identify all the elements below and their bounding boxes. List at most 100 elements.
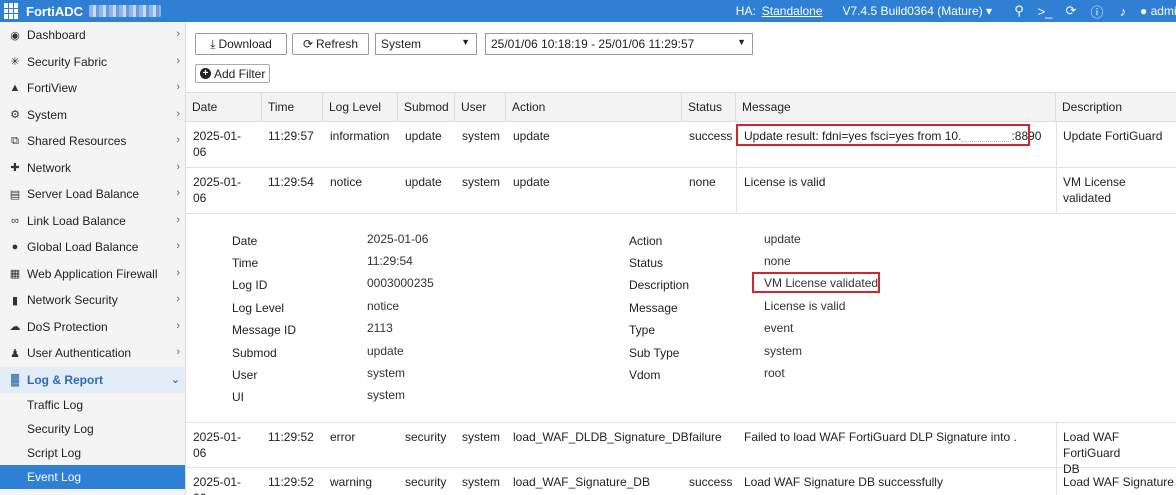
refresh-icon[interactable]: ⟳ — [1058, 3, 1084, 19]
sidebar-item-network[interactable]: ✚ Network › — [0, 155, 185, 182]
detail-label: User — [232, 368, 258, 382]
top-right-area: HA: Standalone V7.4.5 Build0364 (Mature)… — [736, 0, 1176, 22]
sidebar-item-network-security[interactable]: ▮ Network Security › — [0, 287, 185, 314]
sidebar-item-server-load-balance[interactable]: ▤ Server Load Balance › — [0, 181, 185, 208]
cell-description: Load WAF Signature D — [1063, 475, 1176, 489]
sidebar-item-user-authentication[interactable]: ♟ User Authentication › — [0, 340, 185, 367]
sidebar-subitem-label: Script Log — [27, 446, 82, 460]
ha-status-link[interactable]: Standalone — [762, 4, 823, 18]
column-header-time[interactable]: Time — [262, 93, 323, 121]
sidebar-item-log-report[interactable]: ▓ Log & Report ⌄ — [0, 366, 185, 393]
bell-icon[interactable]: ♪ — [1110, 4, 1136, 19]
version-menu[interactable]: V7.4.5 Build0364 (Mature) ▾ — [843, 4, 992, 18]
download-button[interactable]: ⤓ Download — [195, 33, 287, 55]
chevron-right-icon: › — [176, 240, 180, 252]
detail-value: system — [367, 388, 406, 402]
detail-label: Submod — [232, 346, 277, 360]
sidebar-item-shared-resources[interactable]: ⧉ Shared Resources › — [0, 128, 185, 155]
cell-submod: update — [405, 175, 442, 189]
table-row[interactable]: 2025-01- 06 11:29:52 warning security sys… — [186, 468, 1176, 495]
column-header-action[interactable]: Action — [506, 93, 682, 121]
user-menu[interactable]: ● admin — [1140, 4, 1176, 18]
log-category-value: System — [381, 37, 422, 51]
detail-value: event — [764, 321, 794, 335]
chevron-right-icon: › — [176, 28, 180, 40]
cell-submod: security — [405, 475, 447, 489]
column-header-log-level[interactable]: Log Level — [323, 93, 398, 121]
column-header-user[interactable]: User — [455, 93, 506, 121]
network-icon: ✚ — [10, 162, 20, 175]
detail-value: update — [764, 232, 801, 246]
cell-action: update — [513, 175, 550, 189]
table-header: Date Time Log Level Submod User Action S… — [186, 92, 1176, 122]
chart-icon: ▲ — [9, 82, 21, 95]
ha-label: HA: — [735, 4, 756, 18]
cell-action: update — [513, 129, 550, 143]
help-icon[interactable]: ⓘ — [1084, 2, 1110, 21]
chevron-right-icon: › — [176, 319, 180, 332]
sidebar-subitem-traffic-log[interactable]: Traffic Log — [0, 393, 185, 417]
cell-message: License is valid — [744, 175, 826, 189]
column-header-description[interactable]: Description — [1056, 93, 1176, 121]
cell-date-part: 06 — [193, 191, 207, 205]
sidebar-subitem-security-log[interactable]: Security Log — [0, 417, 185, 441]
sidebar-subitem-event-log[interactable]: Event Log — [0, 465, 185, 489]
cell-description-part: Load WAF FortiGuard — [1063, 430, 1121, 460]
sidebar-subitem-script-log[interactable]: Script Log — [0, 441, 185, 465]
globe-icon: ● — [11, 241, 19, 254]
brand-logo[interactable]: FortiADC — [4, 3, 162, 19]
cell-date-part: 06 — [193, 446, 207, 460]
table-row[interactable]: 2025-01- 06 11:29:52 error security syste… — [186, 422, 1176, 476]
table-row[interactable]: 2025-01- 06 11:29:54 notice update system… — [186, 168, 1176, 214]
terminal-icon[interactable]: >_ — [1032, 4, 1058, 19]
time-range-select[interactable]: 25/01/06 10:18:19 - 25/01/06 11:29:57 ▼ — [485, 33, 753, 55]
detail-label: Type — [629, 323, 656, 337]
caret-down-icon: ▼ — [461, 37, 470, 47]
user-name: admin — [1150, 4, 1176, 18]
sidebar-item-global-load-balance[interactable]: ● Global Load Balance › — [0, 234, 185, 261]
caret-down-icon: ▼ — [737, 37, 746, 47]
detail-value: system — [764, 344, 803, 358]
log-detail-panel: Date 2025-01-06 Time 11:29:54 Log ID 000… — [186, 214, 1176, 422]
column-divider — [736, 168, 737, 213]
column-header-status[interactable]: Status — [682, 93, 736, 121]
sidebar-item-system[interactable]: ⚙ System › — [0, 102, 185, 129]
detail-label: Status — [629, 256, 664, 270]
sidebar-item-label: Link Load Balance — [27, 213, 126, 228]
detail-value: update — [367, 344, 404, 358]
cell-log-level: error — [330, 430, 356, 444]
column-header-date[interactable]: Date — [186, 93, 262, 121]
sidebar-item-dashboard[interactable]: ◉ Dashboard › — [0, 22, 185, 49]
sidebar-item-link-load-balance[interactable]: ∞ Link Load Balance › — [0, 208, 185, 235]
sidebar-item-dos-protection[interactable]: ☁ DoS Protection › — [0, 314, 185, 341]
sidebar-item-fortiview[interactable]: ▲ FortiView › — [0, 75, 185, 102]
detail-value: 2113 — [367, 321, 393, 335]
sidebar-item-label: Log & Report — [27, 372, 103, 387]
firewall-icon: ▦ — [9, 268, 21, 281]
table-row[interactable]: 2025-01- 06 11:29:57 information update s… — [186, 122, 1176, 168]
detail-label: UI — [232, 390, 244, 404]
cell-description: Update FortiGuard — [1063, 129, 1163, 143]
sidebar-item-web-application-firewall[interactable]: ▦ Web Application Firewall › — [0, 261, 185, 288]
detail-value: system — [367, 366, 406, 380]
chevron-right-icon: › — [176, 107, 180, 120]
refresh-button[interactable]: ⟳ Refresh — [292, 33, 369, 55]
refresh-label: Refresh — [316, 37, 359, 51]
sidebar-item-label: Web Application Firewall — [27, 266, 158, 281]
cell-date: 2025-01- 06 — [193, 174, 241, 206]
detail-value: notice — [367, 299, 400, 313]
column-header-submod[interactable]: Submod — [398, 93, 455, 121]
sidebar-subitem-label: Event Log — [27, 470, 82, 484]
chevron-down-icon: ⌄ — [170, 373, 180, 386]
cell-status: none — [689, 175, 716, 189]
chevron-right-icon: › — [176, 266, 180, 279]
column-header-message[interactable]: Message — [736, 93, 1056, 121]
sidebar-item-security-fabric[interactable]: ✳ Security Fabric › — [0, 49, 185, 76]
log-category-select[interactable]: System ▼ — [375, 33, 477, 55]
search-icon[interactable]: ⚲ — [1006, 3, 1032, 19]
cell-message: Failed to load WAF FortiGuard DLP Signat… — [744, 430, 1017, 444]
add-filter-button[interactable]: + Add Filter — [195, 64, 271, 83]
sidebar-subitem-label: Security Log — [27, 422, 94, 436]
cell-user: system — [462, 175, 501, 189]
user-icon: ♟ — [10, 347, 20, 360]
